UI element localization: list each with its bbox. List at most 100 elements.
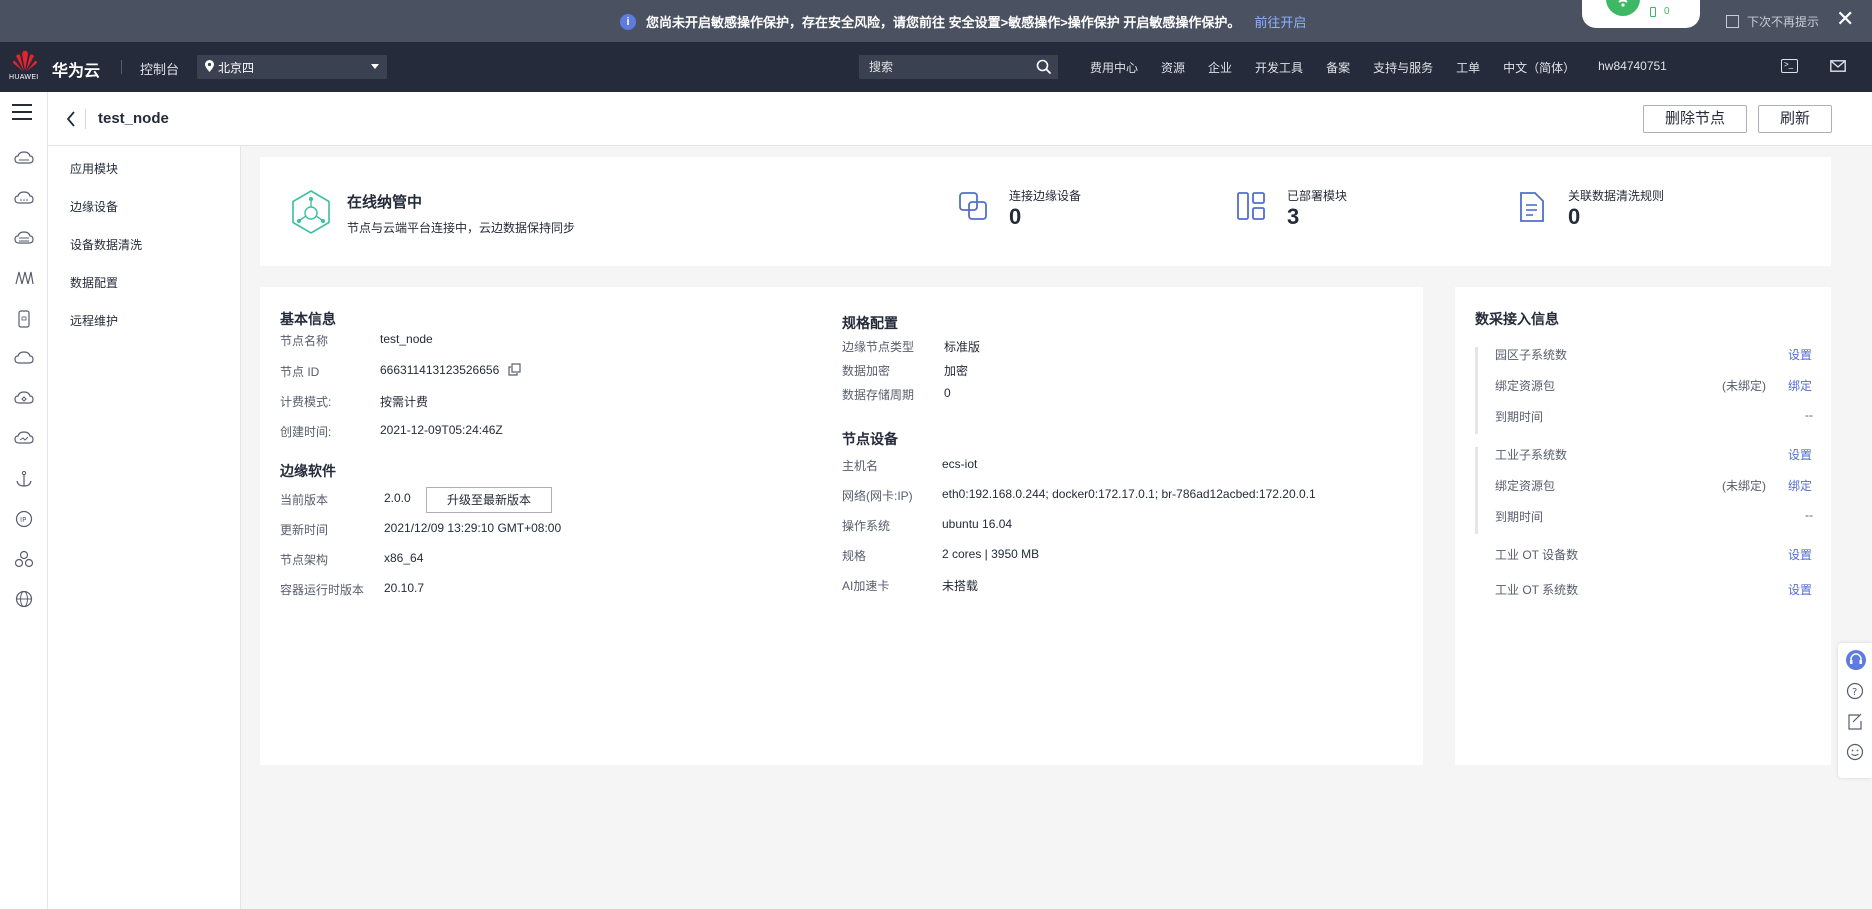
delete-node-button[interactable]: 删除节点 [1643, 105, 1747, 133]
back-arrow-icon[interactable] [66, 110, 76, 131]
brand-name[interactable]: 华为云 [52, 57, 100, 81]
bind-link[interactable]: 绑定 [1788, 377, 1812, 394]
subnav-remote-maintenance[interactable]: 远程维护 [70, 312, 118, 329]
ai-card-label: AI加速卡 [842, 579, 890, 593]
node-status-card: 在线纳管中 节点与云端平台连接中，云边数据保持同步 连接边缘设备 0 已部署模块… [260, 157, 1831, 266]
chevron-down-icon [371, 64, 379, 69]
nav-language[interactable]: 中文（简体） [1503, 59, 1575, 76]
mail-icon[interactable] [1830, 60, 1846, 75]
search-input[interactable] [859, 55, 1058, 79]
ip-icon[interactable]: IP [14, 510, 34, 528]
nav-account[interactable]: hw84740751 [1598, 59, 1667, 76]
network-service-icon[interactable] [14, 270, 34, 288]
expire-label-2: 到期时间 [1495, 510, 1544, 524]
industry-group-bar [1475, 447, 1478, 534]
logo-text: HUAWEI [9, 74, 39, 81]
ot-device-set-link[interactable]: 设置 [1788, 546, 1812, 563]
node-name-label: 节点名称 [280, 334, 329, 348]
metric-label: 连接边缘设备 [1009, 189, 1082, 203]
park-group-bar [1475, 347, 1478, 434]
hostname-value: ecs-iot [942, 457, 978, 471]
nav-dev-tools[interactable]: 开发工具 [1255, 59, 1303, 76]
no-remind-label: 下次不再提示 [1747, 15, 1820, 29]
subnav-data-cleaning[interactable]: 设备数据清洗 [70, 236, 142, 253]
region-select[interactable]: 北京四 [197, 55, 387, 79]
help-icon[interactable]: ? [1846, 682, 1864, 703]
metric-value: 0 [1009, 204, 1022, 229]
ot-system-label: 工业 OT 系统数 [1495, 583, 1579, 597]
customer-service-icon[interactable] [1846, 650, 1866, 673]
nav-resources[interactable]: 资源 [1161, 59, 1185, 76]
os-value: ubuntu 16.04 [942, 517, 1013, 531]
created-label: 创建时间: [280, 425, 332, 439]
cloud-compute-icon[interactable] [14, 190, 34, 208]
network-label: 网络(网卡:IP) [842, 489, 913, 503]
cloud-monitor-icon[interactable] [14, 430, 34, 448]
huawei-logo[interactable]: HUAWEI [9, 50, 40, 84]
svg-text:?: ? [1852, 687, 1857, 698]
refresh-button[interactable]: 刷新 [1758, 105, 1832, 133]
title-divider [85, 109, 86, 129]
menu-icon[interactable] [12, 104, 32, 125]
industry-set-link[interactable]: 设置 [1788, 446, 1812, 463]
nav-billing[interactable]: 费用中心 [1090, 59, 1138, 76]
nav-filing[interactable]: 备案 [1326, 59, 1350, 76]
wifi-icon [1606, 0, 1640, 16]
metric-value: 3 [1287, 204, 1300, 229]
copy-icon[interactable] [508, 363, 521, 379]
network-widget[interactable]: 0 [1582, 0, 1700, 28]
encrypt-label: 数据加密 [842, 364, 891, 378]
search-icon[interactable] [1036, 59, 1052, 78]
nav-support[interactable]: 支持与服务 [1373, 59, 1433, 76]
node-type-value: 标准版 [944, 340, 981, 354]
terminal-icon[interactable]: >_ [1781, 59, 1798, 73]
spec-label: 规格 [842, 549, 867, 563]
park-set-link[interactable]: 设置 [1788, 346, 1812, 363]
console-link[interactable]: 控制台 [140, 59, 179, 78]
subnav-data-config[interactable]: 数据配置 [70, 274, 118, 291]
node-subnav: 应用模块 边缘设备 设备数据清洗 数据配置 远程维护 [48, 146, 241, 909]
edge-software-title: 边缘软件 [280, 463, 336, 479]
nav-enterprise[interactable]: 企业 [1208, 59, 1232, 76]
no-remind-checkbox[interactable] [1726, 15, 1739, 28]
ot-device-label: 工业 OT 设备数 [1495, 548, 1579, 562]
smile-icon[interactable] [1846, 743, 1864, 764]
security-notice-bar: i 您尚未开启敏感操作保护，存在安全风险，请您前往 安全设置>敏感操作>操作保护… [0, 0, 1872, 42]
upgrade-button[interactable]: 升级至最新版本 [426, 487, 552, 513]
cloud-icon[interactable] [14, 350, 34, 368]
close-notice-icon[interactable]: ✕ [1836, 8, 1854, 30]
cloud-security-icon[interactable] [14, 390, 34, 408]
floating-toolbar: ? [1838, 643, 1872, 778]
bind-link-2[interactable]: 绑定 [1788, 477, 1812, 494]
bind-package-label: 绑定资源包 [1495, 379, 1556, 393]
node-type-label: 边缘节点类型 [842, 340, 915, 354]
subnav-edge-devices[interactable]: 边缘设备 [70, 198, 118, 215]
cloud-storage-icon[interactable] [14, 230, 34, 248]
cluster-icon[interactable] [14, 550, 34, 568]
status-title: 在线纳管中 [347, 194, 423, 211]
network-value: eth0:192.168.0.244; docker0:172.17.0.1; … [942, 487, 1316, 501]
subnav-app-modules[interactable]: 应用模块 [70, 160, 118, 177]
node-device-title: 节点设备 [842, 431, 898, 447]
cloud-service-icon[interactable] [14, 150, 34, 168]
expire-value: -- [1805, 408, 1813, 422]
anchor-icon[interactable] [14, 470, 34, 488]
os-label: 操作系统 [842, 519, 891, 533]
storage-label: 数据存储周期 [842, 388, 915, 402]
no-remind-option[interactable]: 下次不再提示 [1726, 13, 1819, 30]
encrypt-value: 加密 [944, 364, 969, 378]
page-title: test_node [98, 110, 169, 127]
ot-system-set-link[interactable]: 设置 [1788, 581, 1812, 598]
node-info-card: 基本信息 节点名称 test_node 节点 ID 66631141312352… [260, 287, 1423, 765]
hostname-label: 主机名 [842, 459, 879, 473]
basic-info-title: 基本信息 [280, 311, 336, 327]
linked-devices-icon [958, 191, 988, 224]
feedback-icon[interactable] [1846, 713, 1864, 734]
nav-tickets[interactable]: 工单 [1456, 59, 1480, 76]
device-service-icon[interactable] [14, 310, 34, 328]
page-subheader: test_node 删除节点 刷新 [48, 92, 1872, 146]
metric-value: 0 [1568, 204, 1581, 229]
globe-icon[interactable] [14, 590, 34, 608]
storage-value: 0 [944, 386, 951, 400]
enable-protection-link[interactable]: 前往开启 [1254, 12, 1306, 31]
